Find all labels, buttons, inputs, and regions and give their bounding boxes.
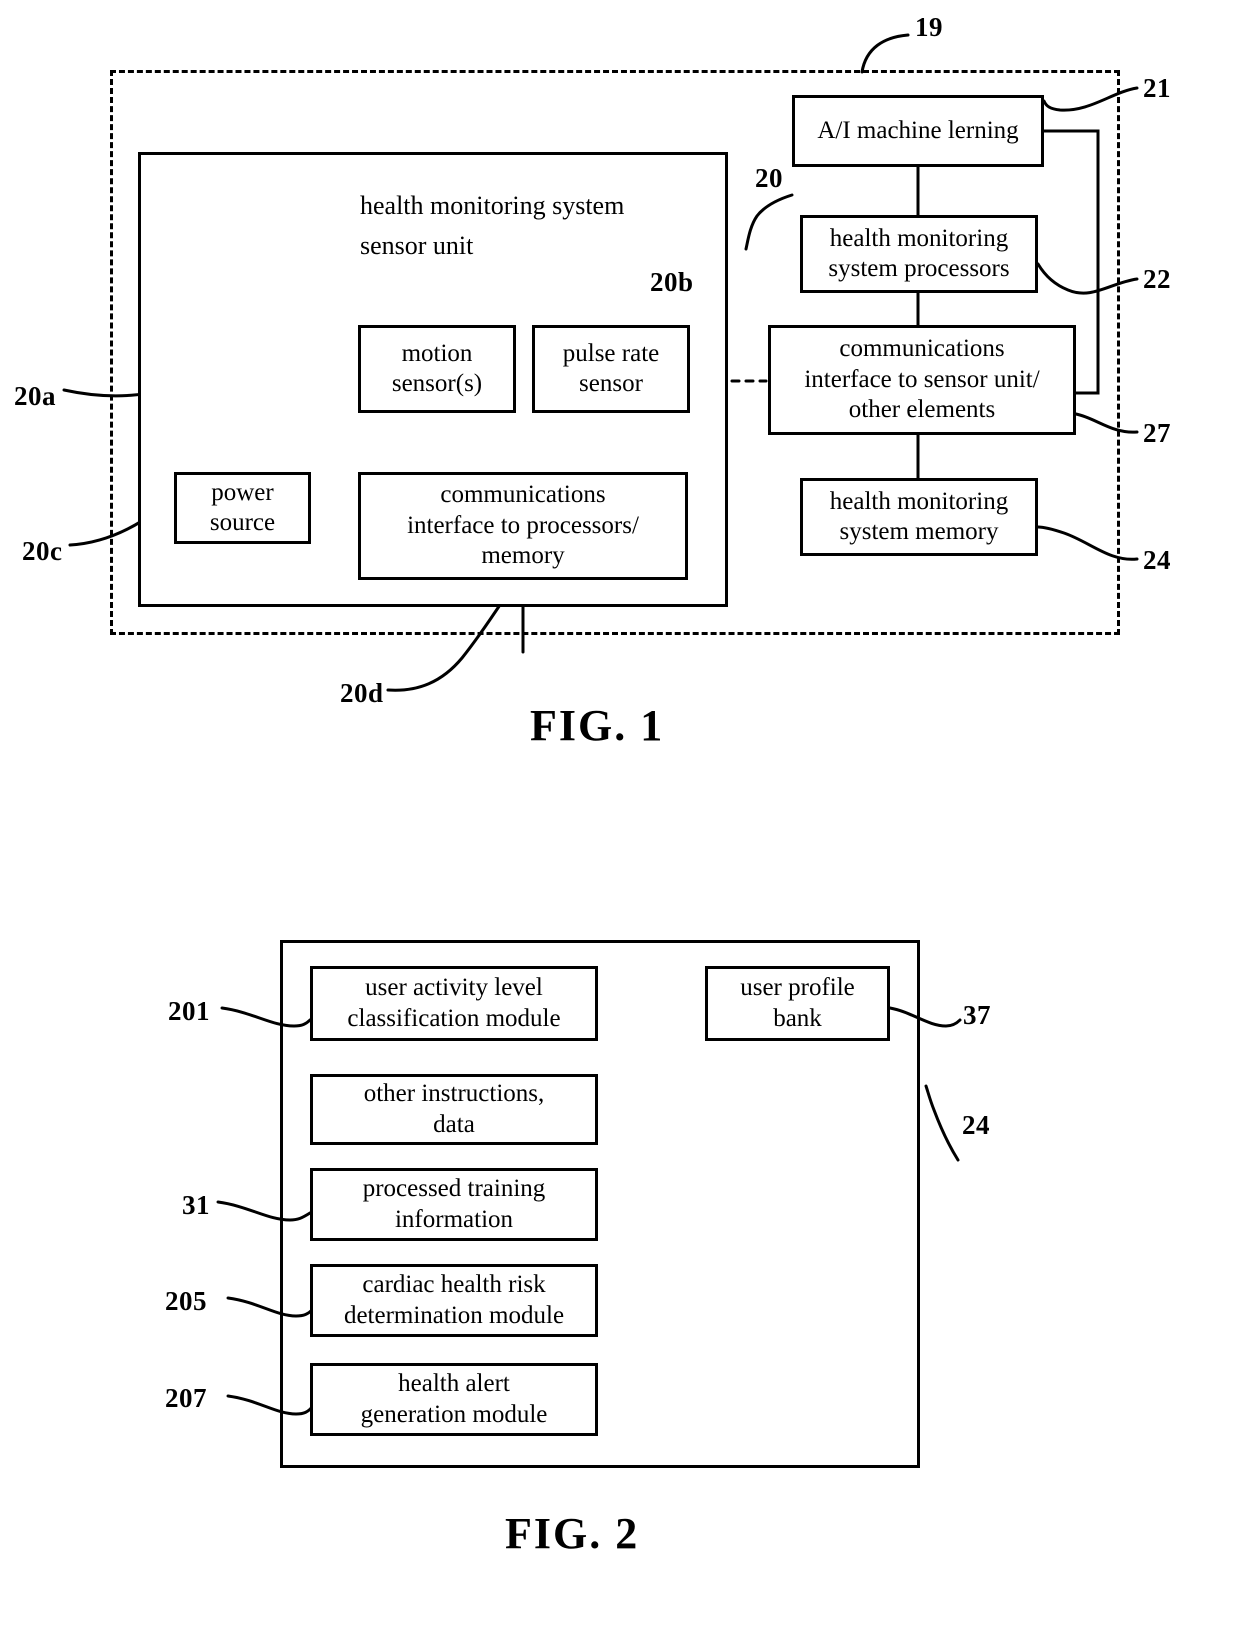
reference-numeral-205: 205 [165, 1286, 207, 1316]
other-instructions-data-box: other instructions, data [310, 1074, 598, 1145]
other-instructions-line1: other instructions, [363, 1080, 545, 1107]
health-alert-module-line2: generation module [360, 1400, 548, 1428]
user-activity-module-line1: user activity level [365, 974, 543, 1001]
user-profile-bank-box: user profile bank [705, 966, 890, 1041]
comms-interface-sensor-line3: other elements [848, 396, 996, 424]
leader-24-fig2 [924, 1084, 960, 1162]
comms-interface-sensor-line1: communications [839, 335, 1005, 363]
pulse-rate-sensor-line2: sensor [579, 370, 643, 397]
motion-sensors-line1: motion [401, 339, 473, 367]
user-profile-bank-line2: bank [773, 1004, 822, 1032]
reference-numeral-20b: 20b [650, 267, 694, 297]
reference-numeral-20a: 20a [14, 381, 56, 411]
comms-interface-to-processors-memory-box: communications interface to processors/ … [358, 472, 688, 580]
user-activity-level-classification-module-box: user activity level classification modul… [310, 966, 598, 1041]
comms-interface-processors-line3: memory [481, 542, 565, 570]
reference-numeral-207: 207 [165, 1383, 207, 1413]
processed-training-line2: information [394, 1205, 514, 1233]
ai-machine-learning-box: A/I machine lerning [792, 95, 1044, 167]
hms-processors-line2: system processors [828, 255, 1010, 282]
figure-2-caption: FIG. 2 [505, 1509, 640, 1558]
patent-drawing-sheet: health monitoring system sensor unit mot… [0, 0, 1240, 1642]
reference-numeral-22: 22 [1143, 264, 1171, 294]
reference-numeral-20d: 20d [340, 678, 384, 708]
hms-memory-line2: system memory [839, 518, 999, 545]
comms-interface-processors-line2: interface to processors/ [407, 511, 639, 539]
sensor-unit-title: health monitoring system sensor unit [360, 186, 690, 267]
reference-numeral-20: 20 [755, 163, 783, 193]
reference-numeral-19: 19 [915, 12, 943, 42]
motion-sensors-line2: sensor(s) [391, 370, 483, 397]
sensor-unit-title-line1: health monitoring system [360, 191, 625, 220]
cardiac-risk-module-line1: cardiac health risk [362, 1271, 546, 1298]
ai-machine-learning-label: A/I machine lerning [817, 116, 1019, 144]
power-source-line2: source [209, 509, 276, 536]
hms-processors-line1: health monitoring [829, 224, 1009, 252]
comms-interface-to-sensor-unit-box: communications interface to sensor unit/… [768, 325, 1076, 435]
leader-19 [860, 33, 910, 74]
cardiac-risk-module-line2: determination module [343, 1301, 565, 1329]
cardiac-health-risk-determination-module-box: cardiac health risk determination module [310, 1264, 598, 1337]
reference-numeral-31: 31 [182, 1190, 210, 1220]
health-alert-module-line1: health alert [398, 1370, 510, 1397]
reference-numeral-24: 24 [1143, 545, 1171, 575]
hms-memory-line1: health monitoring [829, 487, 1009, 515]
pulse-rate-sensor-box: pulse rate sensor [532, 325, 690, 413]
reference-numeral-24-figure2: 24 [962, 1110, 990, 1140]
comms-interface-processors-line1: communications [440, 481, 606, 509]
health-alert-generation-module-box: health alert generation module [310, 1363, 598, 1436]
processed-training-information-box: processed training information [310, 1168, 598, 1241]
health-monitoring-system-processors-box: health monitoring system processors [800, 215, 1038, 293]
reference-numeral-37: 37 [963, 1000, 991, 1030]
sensor-unit-title-line2: sensor unit [360, 231, 474, 261]
user-profile-bank-line1: user profile [740, 974, 855, 1001]
figure-1-caption: FIG. 1 [530, 701, 665, 750]
reference-numeral-201: 201 [168, 996, 210, 1026]
reference-numeral-20c: 20c [22, 536, 63, 566]
comms-interface-sensor-line2: interface to sensor unit/ [804, 365, 1040, 393]
other-instructions-line2: data [433, 1110, 475, 1138]
processed-training-line1: processed training [362, 1175, 546, 1202]
reference-numeral-27: 27 [1143, 418, 1171, 448]
power-source-box: power source [174, 472, 311, 544]
motion-sensors-box: motion sensor(s) [358, 325, 516, 413]
reference-numeral-21: 21 [1143, 73, 1171, 103]
power-source-line1: power [211, 478, 274, 506]
user-activity-module-line2: classification module [347, 1004, 561, 1032]
health-monitoring-system-memory-box: health monitoring system memory [800, 478, 1038, 556]
pulse-rate-sensor-line1: pulse rate [562, 339, 660, 367]
